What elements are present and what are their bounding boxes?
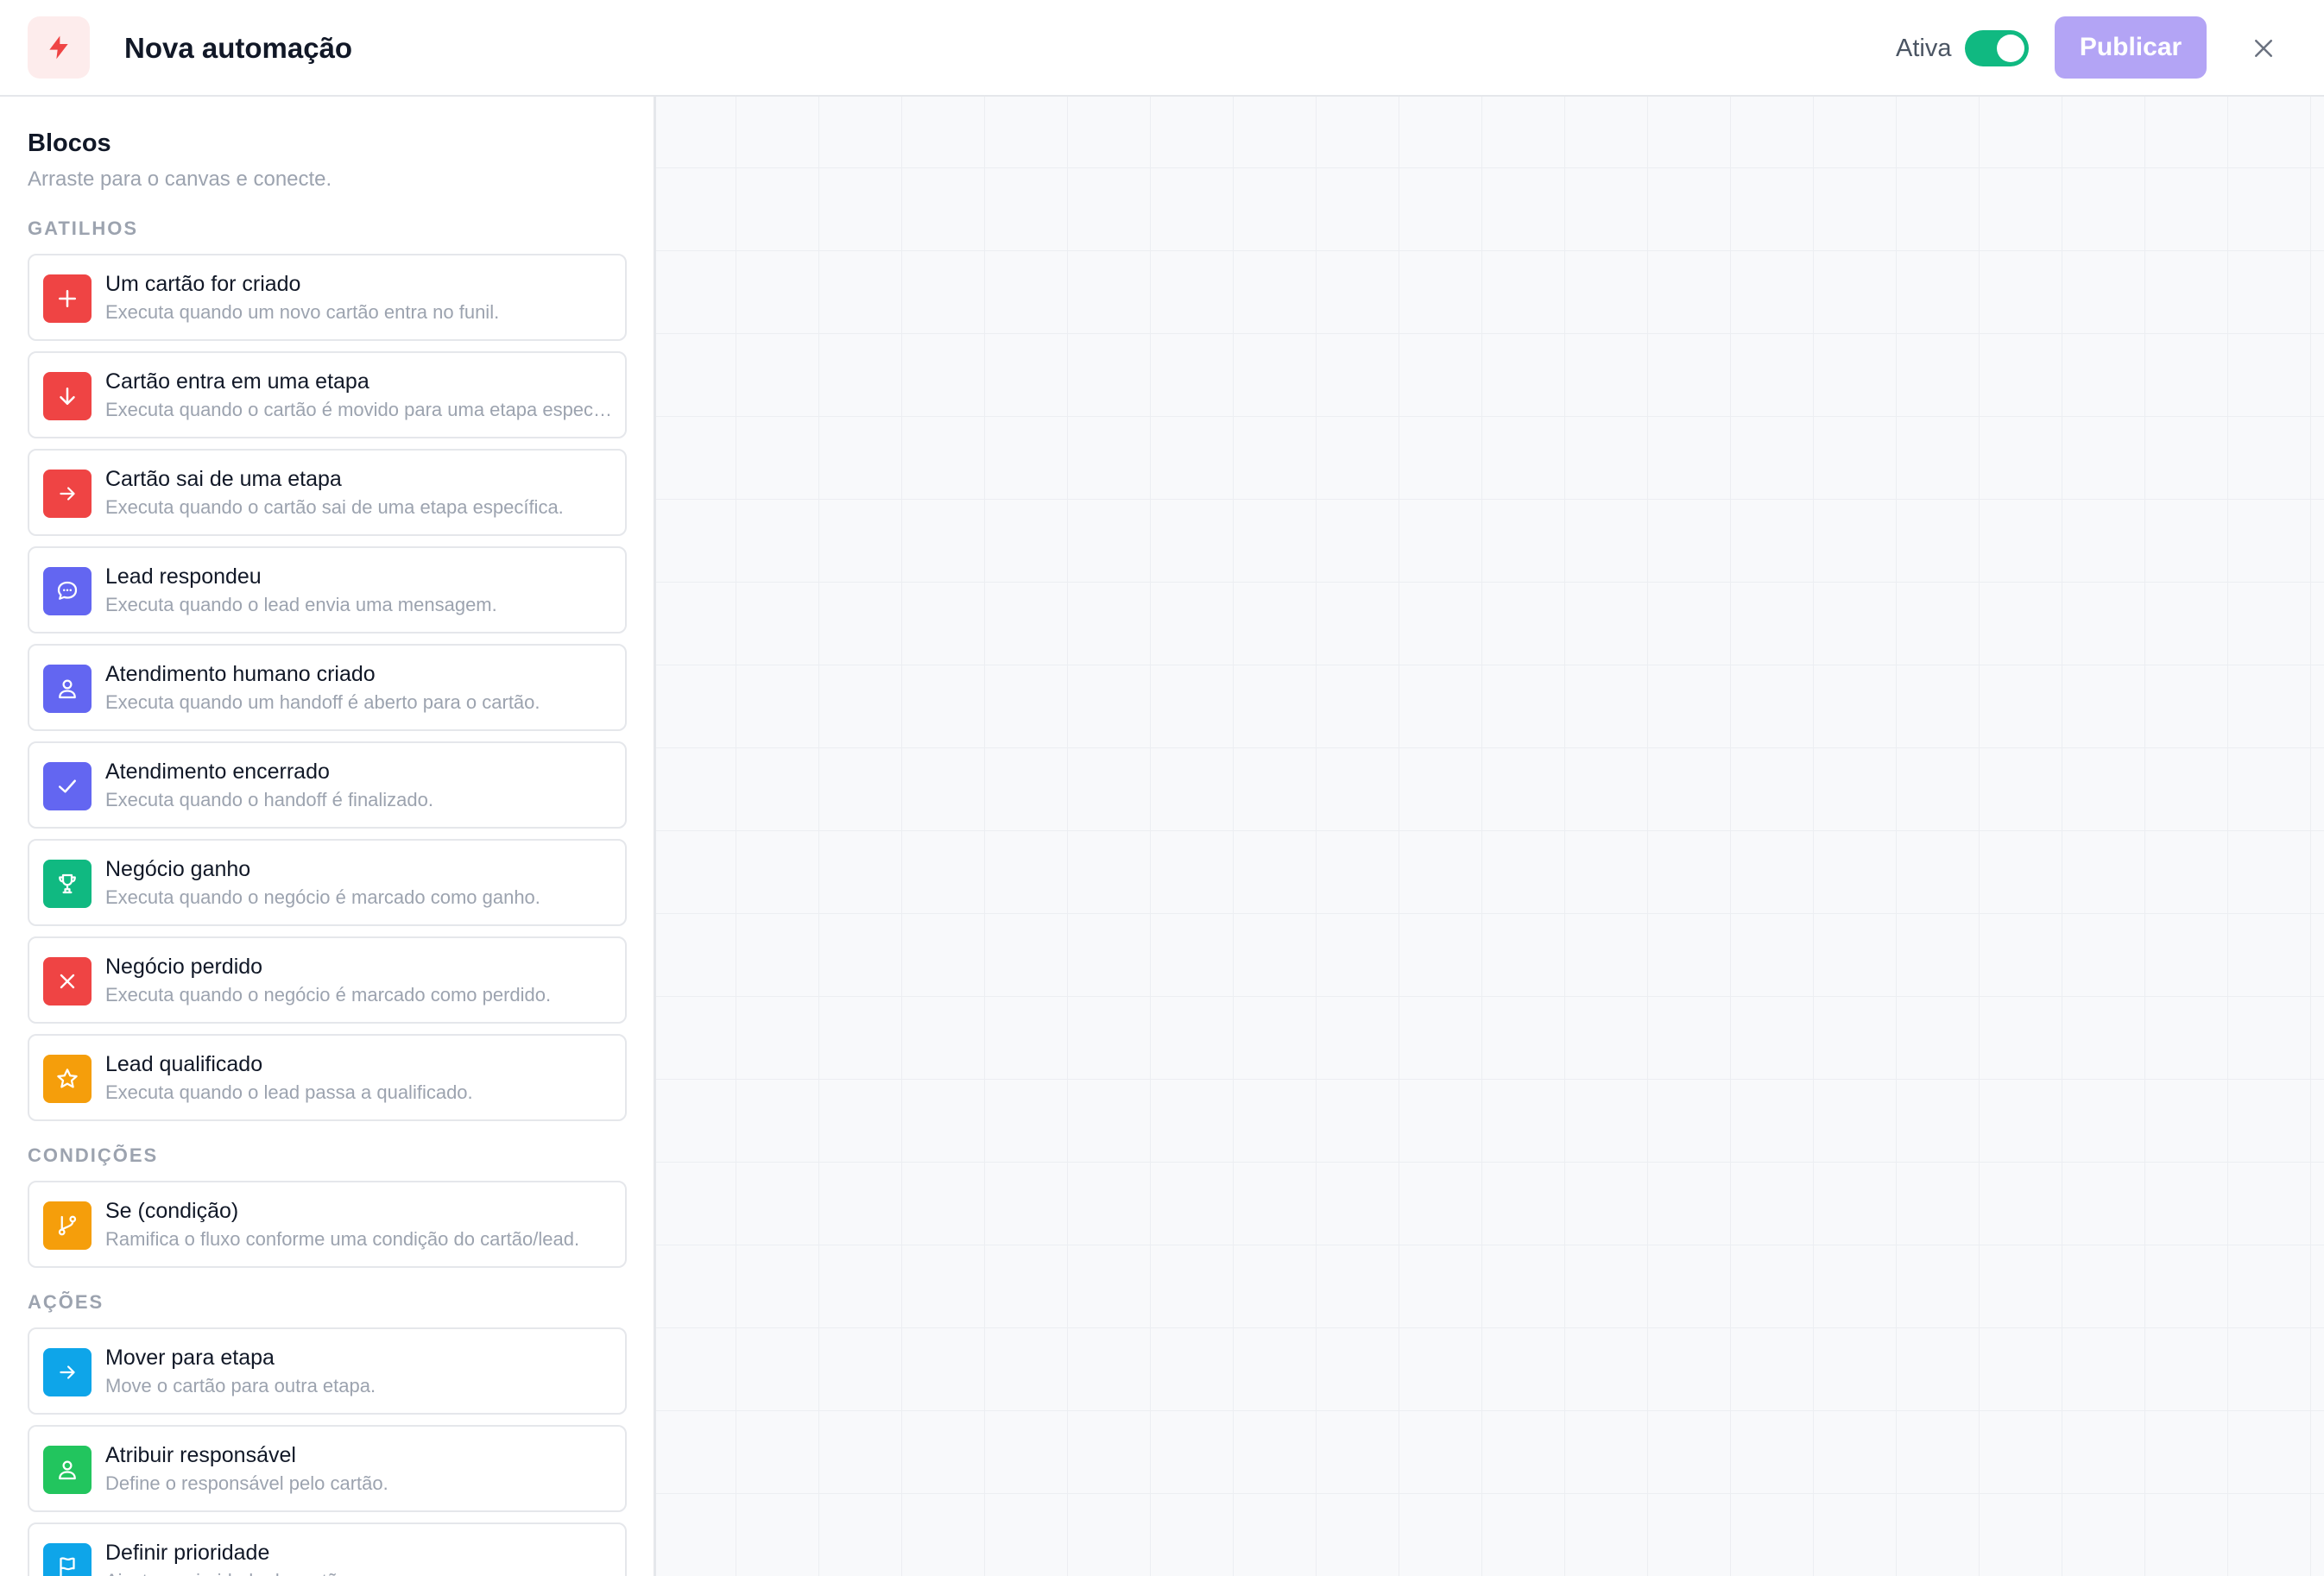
blocks-sidebar: Blocos Arraste para o canvas e conecte. …	[0, 97, 656, 1576]
top-bar: Nova automação Ativa Publicar	[0, 0, 2324, 97]
page-title: Nova automação	[124, 32, 353, 64]
publish-button[interactable]: Publicar	[2055, 16, 2207, 79]
section-label-actions: AÇÕES	[28, 1291, 104, 1313]
trophy-icon	[43, 860, 92, 908]
block-card-lead-replied[interactable]: Lead respondeu Executa quando o lead env…	[28, 546, 627, 634]
block-description: Executa quando o negócio é marcado como …	[105, 984, 552, 1005]
user-icon	[43, 1446, 92, 1494]
block-card-deal-lost[interactable]: Negócio perdido Executa quando o negócio…	[28, 936, 627, 1024]
arrow-down-icon	[43, 372, 92, 420]
block-card-card-created[interactable]: Um cartão for criado Executa quando um n…	[28, 254, 627, 341]
block-card-card-leaves-stage[interactable]: Cartão sai de uma etapa Executa quando o…	[28, 449, 627, 536]
block-title: Lead qualificado	[105, 1052, 263, 1076]
block-card-card-enters-stage[interactable]: Cartão entra em uma etapa Executa quando…	[28, 351, 627, 438]
block-title: Definir prioridade	[105, 1541, 270, 1565]
block-title: Cartão entra em uma etapa	[105, 369, 369, 394]
block-card-assign-owner[interactable]: Atribuir responsável Define o responsáve…	[28, 1425, 627, 1512]
block-card-deal-won[interactable]: Negócio ganho Executa quando o negócio é…	[28, 839, 627, 926]
block-title: Atendimento encerrado	[105, 760, 330, 784]
block-card-move-to-stage[interactable]: Mover para etapa Move o cartão para outr…	[28, 1327, 627, 1415]
close-icon[interactable]	[2248, 27, 2279, 70]
check-icon	[43, 762, 92, 810]
block-title: Um cartão for criado	[105, 272, 301, 296]
arrow-right-icon	[43, 1348, 92, 1396]
block-description: Executa quando o lead envia uma mensagem…	[105, 594, 497, 615]
message-icon	[43, 567, 92, 615]
block-description: Executa quando o lead passa a qualificad…	[105, 1081, 473, 1103]
block-card-set-priority[interactable]: Definir prioridade Ajusta a prioridade d…	[28, 1522, 627, 1576]
sidebar-subtitle: Arraste para o canvas e conecte.	[28, 167, 332, 191]
branch-icon	[43, 1201, 92, 1250]
block-description: Executa quando o cartão sai de uma etapa…	[105, 496, 564, 518]
block-title: Lead respondeu	[105, 564, 262, 589]
block-description: Ramifica o fluxo conforme uma condição d…	[105, 1228, 580, 1250]
block-description: Move o cartão para outra etapa.	[105, 1375, 376, 1396]
user-icon	[43, 665, 92, 713]
section-label-triggers: GATILHOS	[28, 217, 139, 239]
block-card-lead-qualified[interactable]: Lead qualificado Executa quando o lead p…	[28, 1034, 627, 1121]
arrow-right-icon	[43, 470, 92, 518]
block-title: Atendimento humano criado	[105, 662, 376, 686]
block-description: Ajusta a prioridade do cartão.	[105, 1568, 615, 1576]
block-title: Negócio ganho	[105, 857, 251, 881]
block-card-if-condition[interactable]: Se (condição) Ramifica o fluxo conforme …	[28, 1181, 627, 1268]
block-title: Cartão sai de uma etapa	[105, 467, 342, 491]
plus-icon	[43, 274, 92, 323]
section-label-conditions: CONDIÇÕES	[28, 1144, 159, 1166]
block-description: Executa quando o negócio é marcado como …	[105, 886, 540, 908]
block-title: Se (condição)	[105, 1199, 239, 1223]
block-description: Executa quando o cartão é movido para um…	[105, 399, 615, 420]
flow-canvas[interactable]	[656, 97, 2324, 1576]
block-description: Executa quando um novo cartão entra no f…	[105, 301, 500, 323]
block-card-human-handoff-created[interactable]: Atendimento humano criado Executa quando…	[28, 644, 627, 731]
block-card-handoff-closed[interactable]: Atendimento encerrado Executa quando o h…	[28, 741, 627, 829]
sidebar-title: Blocos	[28, 129, 111, 157]
block-description: Define o responsável pelo cartão.	[105, 1472, 388, 1494]
active-label: Ativa	[1896, 35, 1952, 62]
lightning-icon	[28, 16, 90, 79]
block-title: Atribuir responsável	[105, 1443, 296, 1467]
x-icon	[43, 957, 92, 1005]
toggle-knob	[1997, 35, 2024, 62]
block-title: Mover para etapa	[105, 1346, 275, 1370]
block-description: Executa quando o handoff é finalizado.	[105, 789, 434, 810]
active-toggle[interactable]	[1965, 30, 2029, 66]
block-title: Negócio perdido	[105, 955, 263, 979]
flag-icon	[43, 1543, 92, 1576]
block-description: Executa quando um handoff é aberto para …	[105, 691, 540, 713]
star-icon	[43, 1055, 92, 1103]
